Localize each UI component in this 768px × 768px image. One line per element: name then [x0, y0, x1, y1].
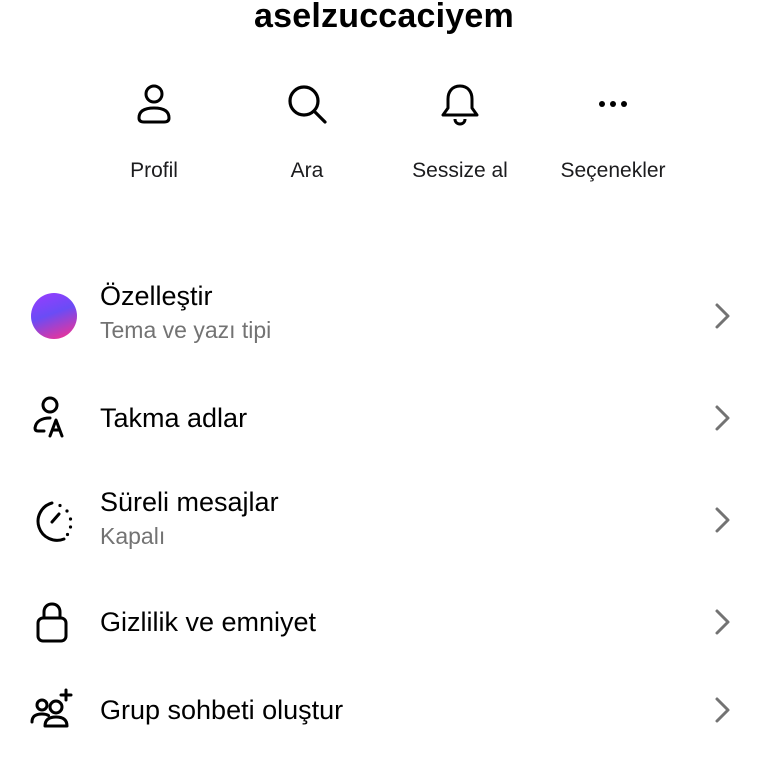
- search-icon: [288, 85, 327, 124]
- options-label: Seçenekler: [560, 159, 666, 182]
- chevron-right-icon: [715, 303, 730, 329]
- settings-row-title: Gizlilik ve emniyet: [100, 607, 317, 637]
- settings-row-subtitle: Tema ve yazı tipi: [100, 317, 272, 343]
- timer-icon: [36, 501, 73, 542]
- nickname-icon: [33, 396, 64, 438]
- settings-row-title: Özelleştir: [100, 281, 213, 311]
- settings-row-subtitle: Kapalı: [100, 523, 166, 549]
- options-button[interactable]: Seçenekler: [538, 78, 688, 190]
- conversation-title: aselzuccaciyem: [254, 0, 514, 35]
- bell-icon: [441, 84, 479, 126]
- profile-button[interactable]: Profil: [79, 78, 229, 190]
- person-icon: [137, 84, 171, 124]
- settings-row-nicknames[interactable]: Takma adlar: [0, 380, 768, 456]
- search-button[interactable]: Ara: [232, 78, 382, 190]
- profile-label: Profil: [130, 159, 178, 182]
- lock-icon: [36, 602, 68, 643]
- settings-row-title: Süreli mesajlar: [100, 487, 279, 517]
- mute-button[interactable]: Sessize al: [385, 78, 535, 190]
- chevron-right-icon: [715, 609, 730, 635]
- chevron-right-icon: [715, 697, 730, 723]
- mute-label: Sessize al: [412, 159, 508, 182]
- settings-row-create-group[interactable]: Grup sohbeti oluştur: [0, 672, 768, 748]
- settings-row-privacy-safety[interactable]: Gizlilik ve emniyet: [0, 584, 768, 660]
- settings-row-title: Grup sohbeti oluştur: [100, 695, 344, 725]
- settings-row-disappearing-messages[interactable]: Süreli mesajlar Kapalı: [0, 476, 768, 568]
- add-group-icon: [30, 688, 73, 728]
- settings-row-title: Takma adlar: [100, 403, 248, 433]
- action-bar: Profil Ara Sessize al Seçenekler: [0, 78, 768, 198]
- settings-row-customize[interactable]: Özelleştir Tema ve yazı tipi: [0, 270, 768, 362]
- more-horizontal-icon: [599, 101, 627, 107]
- chevron-right-icon: [715, 405, 730, 431]
- chevron-right-icon: [715, 507, 730, 533]
- search-label: Ara: [290, 159, 324, 182]
- theme-gradient-icon: [31, 293, 77, 339]
